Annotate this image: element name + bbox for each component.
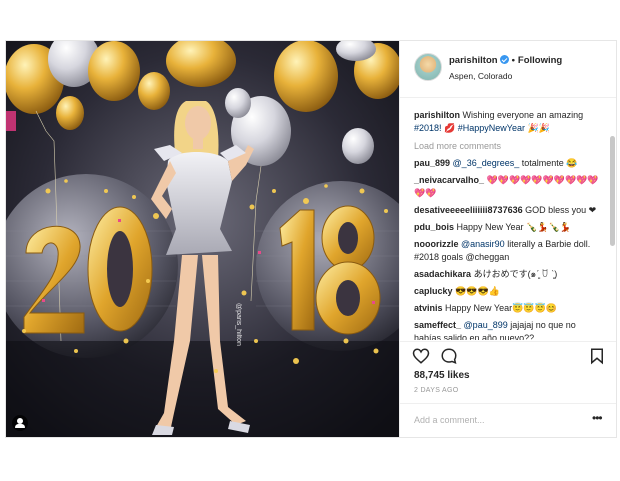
comment-text: Happy New Year 🍾💃🍾💃 bbox=[456, 222, 571, 232]
header-username[interactable]: parishilton bbox=[449, 55, 498, 66]
load-more-comments[interactable]: Load more comments bbox=[414, 141, 601, 151]
avatar[interactable] bbox=[414, 53, 442, 81]
instagram-post: @paris_hilton parishilton • Following Aspe… bbox=[5, 40, 617, 438]
comment-mention[interactable]: @pau_899 bbox=[464, 320, 508, 330]
comment-item: nooorizzle @anasir90 literally a Barbie … bbox=[414, 238, 601, 264]
comment-text: あけおめです(๑ˊ͈ ꇴ ˋ͈) bbox=[473, 269, 558, 279]
photo-watermark: @paris_hilton bbox=[235, 303, 242, 346]
action-bar bbox=[400, 341, 616, 368]
caption-hashtag-2018[interactable]: #2018! bbox=[414, 123, 442, 133]
comment-item: atvinis Happy New Year😇😇😇😊 bbox=[414, 302, 601, 315]
comment-item: sameffect_ @pau_899 jajajaj no que no ha… bbox=[414, 319, 601, 340]
comment-text: totalmente 😂 bbox=[521, 158, 578, 168]
comments-scrollbar[interactable] bbox=[610, 136, 615, 246]
bookmark-icon[interactable] bbox=[588, 347, 606, 365]
post-photo[interactable]: @paris_hilton bbox=[6, 41, 399, 437]
comment-item: desativeeeeeliiiiii8737636 GOD bless you… bbox=[414, 204, 601, 217]
location-link[interactable]: Aspen, Colorado bbox=[449, 71, 512, 81]
comment-username[interactable]: asadachikara bbox=[414, 269, 471, 279]
likes-count[interactable]: 88,745 likes bbox=[414, 370, 470, 381]
comment-username[interactable]: desativeeeeeliiiiii8737636 bbox=[414, 205, 523, 215]
caption-hashtag-happynewyear[interactable]: #HappyNewYear bbox=[458, 123, 525, 133]
comment-item: asadachikara あけおめです(๑ˊ͈ ꇴ ˋ͈) bbox=[414, 268, 601, 281]
comment-username[interactable]: atvinis bbox=[414, 303, 443, 313]
comment-item: pau_899 @_36_degrees_ totalmente 😂 bbox=[414, 157, 601, 170]
balloon-zero bbox=[87, 206, 153, 332]
caption-emoji-kiss: 💋 bbox=[444, 123, 456, 133]
comment-mention[interactable]: @_36_degrees_ bbox=[453, 158, 520, 168]
comment-username[interactable]: pau_899 bbox=[414, 158, 450, 168]
comment-icon[interactable] bbox=[440, 347, 458, 365]
more-options-icon[interactable]: ••• bbox=[592, 411, 603, 425]
comment-text: 😎😎😎👍 bbox=[455, 286, 500, 296]
comment-username[interactable]: nooorizzle bbox=[414, 239, 459, 249]
add-comment-bar: ••• bbox=[400, 403, 616, 438]
comment-item: pdu_bois Happy New Year 🍾💃🍾💃 bbox=[414, 221, 601, 234]
comment-username[interactable]: _neivacarvalho_ bbox=[414, 175, 484, 185]
comment-text: GOD bless you ❤ bbox=[525, 205, 597, 215]
add-comment-input[interactable] bbox=[414, 412, 584, 428]
caption-username[interactable]: parishilton bbox=[414, 110, 460, 120]
comment-username[interactable]: caplucky bbox=[414, 286, 453, 296]
post-header: parishilton • Following Aspen, Colorado bbox=[400, 41, 616, 98]
comment-mention[interactable]: @anasir90 bbox=[461, 239, 505, 249]
comment-username[interactable]: pdu_bois bbox=[414, 222, 454, 232]
header-separator: • bbox=[511, 55, 515, 66]
verified-badge-icon bbox=[499, 55, 509, 64]
heart-icon[interactable] bbox=[412, 347, 430, 365]
comment-item: caplucky 😎😎😎👍 bbox=[414, 285, 601, 298]
comment-item: _neivacarvalho_ 💖💖💖💖💖💖💖💖💖💖💖💖 bbox=[414, 174, 601, 200]
photo-artwork bbox=[6, 41, 399, 437]
caption-text: Wishing everyone an amazing bbox=[462, 110, 584, 120]
header-user-line: parishilton • Following bbox=[449, 55, 562, 66]
user-tag-icon[interactable] bbox=[12, 415, 28, 431]
comment-text: Happy New Year😇😇😇😊 bbox=[445, 303, 557, 313]
post-sidebar: parishilton • Following Aspen, Colorado pa… bbox=[399, 41, 616, 437]
following-button[interactable]: Following bbox=[518, 55, 562, 66]
comment-username[interactable]: sameffect_ bbox=[414, 320, 461, 330]
caption-emoji-party: 🎉🎉 bbox=[527, 123, 550, 133]
post-timestamp[interactable]: 2 DAYS AGO bbox=[414, 387, 459, 394]
post-caption: parishilton Wishing everyone an amazing … bbox=[414, 109, 601, 135]
comments-list[interactable]: parishilton Wishing everyone an amazing … bbox=[400, 98, 609, 340]
